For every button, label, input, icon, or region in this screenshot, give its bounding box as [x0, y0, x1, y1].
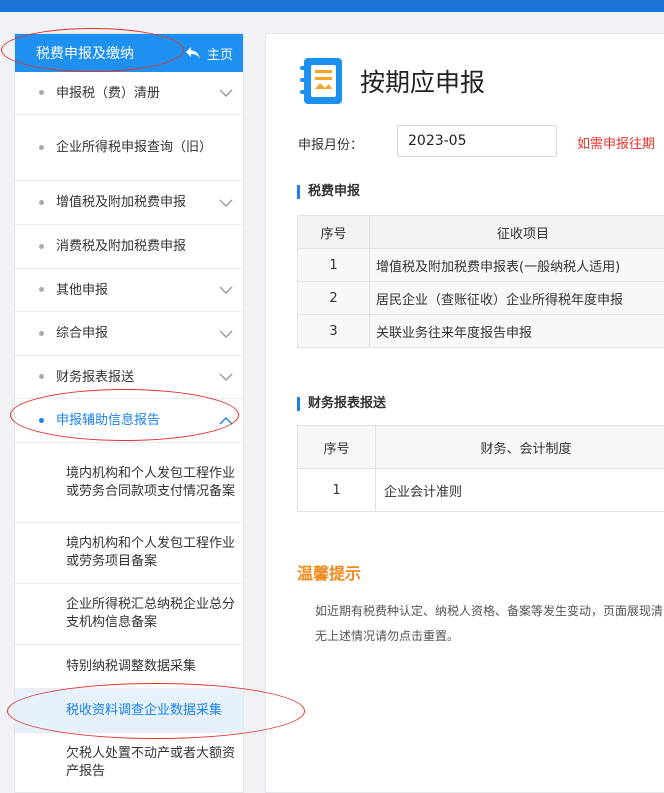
sidebar-subitem-label: 特别纳税调整数据采集: [66, 658, 197, 674]
notebook-icon: [300, 58, 342, 104]
chevron-up-icon: [219, 416, 233, 424]
sidebar-subitem-branch-info-filing[interactable]: 企业所得税汇总纳税企业总分支机构信息备案: [15, 584, 243, 645]
chevron-down-icon: [219, 199, 233, 207]
column-header: 征收项目: [369, 215, 664, 249]
sidebar-title: 税费申报及缴纳: [36, 46, 134, 62]
sidebar-item-label: 消费税及附加税费申报: [56, 239, 187, 254]
sidebar-subitem-label: 境内机构和个人发包工程作业或劳务合同款项支付情况备案: [66, 465, 236, 499]
table-header-row: 序号 征收项目: [297, 215, 664, 249]
sidebar-item-financial-statements[interactable]: 财务报表报送: [15, 356, 243, 399]
tips-title: 温馨提示: [297, 564, 362, 583]
finance-table: 序号 财务、会计制度 1 企业会计准则: [297, 425, 664, 512]
sidebar-subitem-label: 企业所得税汇总纳税企业总分支机构信息备案: [66, 597, 236, 630]
tax-section-title: 税费申报: [297, 185, 360, 199]
sidebar-item-comprehensive[interactable]: 综合申报: [15, 312, 243, 356]
row-item[interactable]: 关联业务往来年度报告申报: [369, 314, 664, 348]
back-arrow-icon: [185, 47, 200, 59]
past-period-notice[interactable]: 如需申报往期: [577, 133, 655, 152]
row-number: 1: [297, 248, 370, 282]
tips-line: 如近期有税费种认定、纳税人资格、备案等发生变动，页面展现清: [315, 604, 664, 618]
tips-line: 无上述情况请勿点击重置。: [315, 629, 460, 643]
table-row[interactable]: 1 增值税及附加税费申报表(一般纳税人适用): [297, 248, 664, 282]
row-item[interactable]: 居民企业（查账征收）企业所得税年度申报: [369, 281, 664, 315]
bullet-icon: [39, 374, 44, 379]
table-header-row: 序号 财务、会计制度: [297, 425, 664, 469]
sidebar-item-label: 申报辅助信息报告: [56, 413, 161, 428]
row-item[interactable]: 企业会计准则: [375, 468, 664, 512]
bullet-icon: [39, 417, 44, 423]
sidebar-item-label: 其他申报: [56, 282, 109, 298]
sidebar-item-consumption-tax[interactable]: 消费税及附加税费申报: [15, 225, 243, 269]
bullet-icon: [39, 90, 44, 95]
column-header: 财务、会计制度: [375, 425, 664, 469]
row-number: 1: [297, 468, 376, 512]
sidebar-subitem-tax-survey-collection[interactable]: 税收资料调查企业数据采集: [15, 689, 243, 733]
tips-text: 如近期有税费种认定、纳税人资格、备案等发生变动，页面展现清 无上述情况请勿点击重…: [315, 599, 663, 649]
table-row[interactable]: 2 居民企业（查账征收）企业所得税年度申报: [297, 281, 664, 315]
top-banner: [0, 0, 664, 12]
sidebar-item-vat-declaration[interactable]: 增值税及附加税费申报: [15, 181, 243, 225]
home-link[interactable]: 主页: [185, 44, 233, 63]
sidebar-item-tax-list[interactable]: 申报税（费）清册: [15, 72, 243, 115]
row-item[interactable]: 增值税及附加税费申报表(一般纳税人适用): [369, 248, 664, 282]
bullet-icon: [39, 243, 44, 249]
page-title: 按期应申报: [360, 68, 486, 97]
sidebar-item-aux-info-report[interactable]: 申报辅助信息报告: [15, 399, 243, 443]
column-header: 序号: [297, 425, 376, 469]
sidebar: 税费申报及缴纳 主页 申报税（费）清册 企业所得税申报查询（旧） 增值税及附加税…: [14, 33, 244, 793]
page-header: 按期应申报: [300, 56, 485, 106]
sidebar-item-cit-query-old[interactable]: 企业所得税申报查询（旧）: [15, 115, 243, 181]
sidebar-subitem-special-adjustment[interactable]: 特别纳税调整数据采集: [15, 645, 243, 689]
column-header: 序号: [297, 215, 370, 249]
tax-table: 序号 征收项目 1 增值税及附加税费申报表(一般纳税人适用) 2 居民企业（查账…: [297, 215, 664, 348]
table-row[interactable]: 1 企业会计准则: [297, 468, 664, 512]
sidebar-item-other-declaration[interactable]: 其他申报: [15, 269, 243, 312]
month-label: 申报月份：: [298, 138, 364, 153]
sidebar-subitem-contract-payment-filing[interactable]: 境内机构和个人发包工程作业或劳务合同款项支付情况备案: [15, 443, 243, 523]
table-row[interactable]: 3 关联业务往来年度报告申报: [297, 314, 664, 348]
row-number: 3: [297, 314, 370, 348]
bullet-icon: [39, 199, 44, 205]
sidebar-item-label: 申报税（费）清册: [56, 85, 161, 101]
bullet-icon: [39, 287, 44, 292]
sidebar-subitem-label: 境内机构和个人发包工程作业或劳务项目备案: [66, 536, 236, 569]
sidebar-item-label: 财务报表报送: [56, 369, 135, 385]
month-picker[interactable]: 2023-05: [397, 125, 557, 157]
chevron-down-icon: [219, 330, 233, 338]
sidebar-subitem-project-filing[interactable]: 境内机构和个人发包工程作业或劳务项目备案: [15, 523, 243, 584]
finance-section-title: 财务报表报送: [297, 397, 386, 411]
sidebar-item-label: 综合申报: [56, 326, 109, 341]
chevron-down-icon: [219, 286, 233, 294]
sidebar-item-label: 增值税及附加税费申报: [56, 195, 187, 210]
row-number: 2: [297, 281, 370, 315]
main-panel: 按期应申报 申报月份： 2023-05 如需申报往期 税费申报 序号 征收项目 …: [265, 33, 664, 793]
bullet-icon: [39, 144, 44, 150]
sidebar-item-label: 企业所得税申报查询（旧）: [56, 140, 213, 155]
sidebar-subitem-label: 欠税人处置不动产或者大额资产报告: [66, 745, 236, 779]
chevron-down-icon: [219, 373, 233, 381]
home-label: 主页: [206, 47, 233, 63]
bullet-icon: [39, 330, 44, 336]
sidebar-subitem-asset-disposal-report[interactable]: 欠税人处置不动产或者大额资产报告: [15, 733, 243, 792]
sidebar-header: 税费申报及缴纳 主页: [15, 34, 243, 72]
sidebar-subitem-label: 税收资料调查企业数据采集: [66, 702, 223, 718]
chevron-down-icon: [219, 89, 233, 97]
